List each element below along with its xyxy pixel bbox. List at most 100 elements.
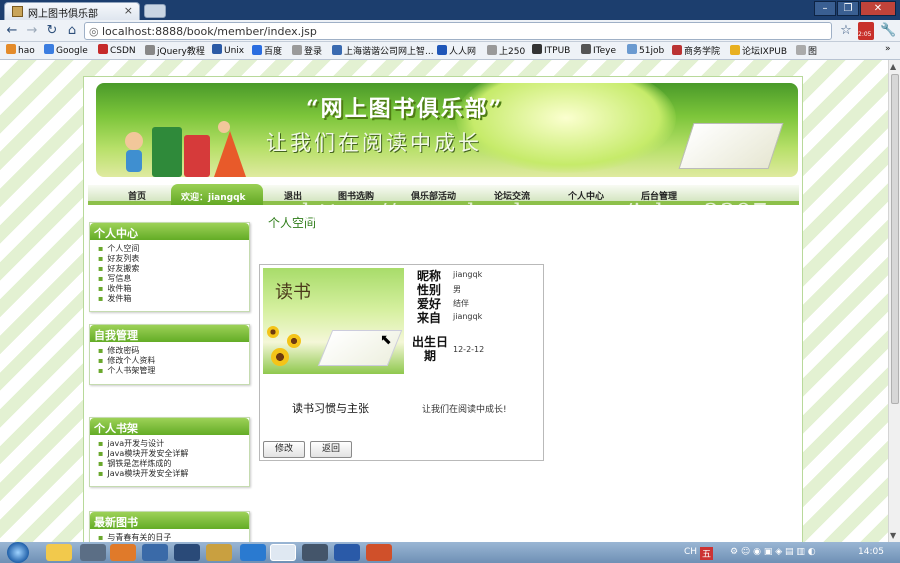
close-window-button[interactable]: ✕ <box>860 1 896 16</box>
bookmark-item[interactable]: CSDN <box>98 44 136 56</box>
sidebar-book-link[interactable]: 钢铁是怎样炼成的 <box>98 459 249 469</box>
sidebar-new-books: 最新图书 与青春有关的日子 <box>89 511 250 542</box>
back-arrow-icon[interactable]: ← <box>4 23 20 39</box>
back-button[interactable]: 返回 <box>310 441 352 458</box>
bookmarks-overflow-icon[interactable]: » <box>885 44 891 54</box>
ie-icon[interactable] <box>240 544 266 561</box>
bookmark-item[interactable]: 人人网 <box>437 44 476 57</box>
address-url: localhost:8888/book/member/index.jsp <box>102 25 317 38</box>
bookmark-item[interactable]: 图 <box>796 44 817 57</box>
bookmark-item[interactable]: 百度 <box>252 44 282 57</box>
browser-tab-active[interactable]: 网上图书俱乐部 × <box>4 2 140 20</box>
app-icon[interactable] <box>80 544 106 561</box>
bookmark-item[interactable]: Unix <box>212 44 244 56</box>
value-from: jiangqk <box>453 312 483 321</box>
sidebar-link-outbox[interactable]: 发件箱 <box>98 294 249 304</box>
sidebar-book-link[interactable]: Java模块开发安全详解 <box>98 469 249 479</box>
qq-icon[interactable] <box>46 544 72 561</box>
tray-icons[interactable]: ⚙ ☺ ◉ ▣ ◈ ▤ ▥ ◐ <box>730 547 816 557</box>
clock[interactable]: 14:05 <box>858 547 884 557</box>
sidebar-link-inbox[interactable]: 收件箱 <box>98 284 249 294</box>
edit-button[interactable]: 修改 <box>263 441 305 458</box>
caption-slogan: 让我们在阅读中成长! <box>422 405 507 415</box>
sidebar-book-link[interactable]: Java模块开发安全详解 <box>98 449 249 459</box>
reading-image: 读书 <box>263 268 404 374</box>
new-tab-button[interactable] <box>144 4 166 18</box>
site-container: “网上图书俱乐部” 让我们在阅读中成长 首页 欢迎：jiangqk 退出 图书选… <box>83 76 803 542</box>
profile-card: 读书 昵称 jiangqk 性别 男 爱好 结伴 来自 jiangqk 出生日期… <box>259 264 544 461</box>
caption-reading-habits: 读书习惯与主张 <box>292 402 369 415</box>
watermark-text: https://www.huzhan.com/ishop3397 <box>302 199 769 227</box>
value-gender: 男 <box>453 285 461 294</box>
image-caption: 读书 <box>275 282 311 303</box>
label-from: 来自 <box>417 311 442 325</box>
sidebar-heading: 自我管理 <box>90 325 249 342</box>
reload-icon[interactable]: ↻ <box>44 23 60 39</box>
bookmark-item[interactable]: jQuery教程 <box>145 44 205 57</box>
input-language[interactable]: CH <box>684 547 697 557</box>
menu-logout[interactable]: 退出 <box>284 189 302 202</box>
bookmarks-bar: hao Google CSDN jQuery教程 Unix 百度 登录 上海谐谐… <box>0 42 900 60</box>
site-banner: “网上图书俱乐部” 让我们在阅读中成长 <box>96 83 798 177</box>
sidebar-book-link[interactable]: java开发与设计 <box>98 439 249 449</box>
bookmark-item[interactable]: 上250 <box>487 44 525 57</box>
scroll-up-icon[interactable]: ▲ <box>890 62 896 71</box>
eclipse-icon[interactable] <box>174 544 200 561</box>
start-button[interactable] <box>7 542 29 563</box>
bookmark-item[interactable]: ITeye <box>581 44 616 56</box>
sidebar-heading: 个人中心 <box>90 223 249 240</box>
tab-close-icon[interactable]: × <box>124 4 133 17</box>
scrollbar-thumb[interactable] <box>891 74 899 404</box>
menu-welcome[interactable]: 欢迎：jiangqk <box>171 184 263 205</box>
sidebar-link-edit-profile[interactable]: 修改个人资料 <box>98 356 249 366</box>
sidebar-self-management: 自我管理 修改密码 修改个人资料 个人书架管理 <box>89 324 250 385</box>
menu-home[interactable]: 首页 <box>128 189 146 202</box>
sidebar-link-personal-space[interactable]: 个人空间 <box>98 244 249 254</box>
wrench-menu-icon[interactable]: 🔧 <box>880 23 896 39</box>
label-birthday: 出生日期 <box>411 335 448 363</box>
restore-button[interactable]: ❐ <box>837 1 859 16</box>
forward-arrow-icon[interactable]: → <box>24 23 40 39</box>
page-favicon-icon <box>12 6 23 17</box>
banner-slogan: 让我们在阅读中成长 <box>266 131 482 155</box>
powerpoint-icon[interactable] <box>366 544 392 561</box>
open-book-image <box>678 123 784 169</box>
sidebar-link-change-password[interactable]: 修改密码 <box>98 346 249 356</box>
word-icon[interactable] <box>334 544 360 561</box>
chrome-icon[interactable] <box>270 544 296 561</box>
app-icon[interactable] <box>302 544 328 561</box>
bookmark-item[interactable]: 登录 <box>292 44 322 57</box>
bookmark-star-icon[interactable]: ☆ <box>838 23 854 39</box>
explorer-icon[interactable] <box>142 544 168 561</box>
extension-icon[interactable]: 2:05 <box>858 22 874 40</box>
bookmark-item[interactable]: 商务学院 <box>672 44 720 57</box>
app-icon[interactable] <box>206 544 232 561</box>
vertical-scrollbar[interactable]: ▲ ▼ <box>888 60 900 542</box>
address-bar[interactable]: ◎ localhost:8888/book/member/index.jsp <box>84 22 832 40</box>
bookmark-item[interactable]: hao <box>6 44 35 56</box>
sidebar-link-write-message[interactable]: 写信息 <box>98 274 249 284</box>
sidebar-link-friend-search[interactable]: 好友搬索 <box>98 264 249 274</box>
sidebar-new-book-link[interactable]: 与青春有关的日子 <box>98 533 249 542</box>
bookmark-item[interactable]: 论坛IXPUB <box>730 44 787 57</box>
bookmark-item[interactable]: 51job <box>627 44 664 56</box>
minimize-button[interactable]: – <box>814 1 836 16</box>
sidebar-link-shelf-management[interactable]: 个人书架管理 <box>98 366 249 376</box>
bookmark-item[interactable]: Google <box>44 44 88 56</box>
sidebar-heading: 最新图书 <box>90 512 249 529</box>
scroll-down-icon[interactable]: ▼ <box>890 531 896 540</box>
browser-toolbar: ← → ↻ ⌂ ◎ localhost:8888/book/member/ind… <box>0 20 900 42</box>
ime-icon[interactable]: 五 <box>700 547 714 560</box>
sidebar-bookshelf: 个人书架 java开发与设计 Java模块开发安全详解 钢铁是怎样炼成的 Jav… <box>89 417 250 487</box>
banner-title: “网上图书俱乐部” <box>306 96 504 122</box>
firefox-icon[interactable] <box>110 544 136 561</box>
bookmark-item[interactable]: 上海谐谐公司网上智... <box>332 44 434 57</box>
club-logo-icon <box>125 121 246 177</box>
sidebar-heading: 个人书架 <box>90 418 249 435</box>
tab-title: 网上图书俱乐部 <box>28 9 98 20</box>
globe-icon: ◎ <box>89 25 99 38</box>
sidebar-link-friend-list[interactable]: 好友列表 <box>98 254 249 264</box>
bookmark-item[interactable]: ITPUB <box>532 44 570 56</box>
mouse-cursor-icon: ⬉ <box>380 332 392 348</box>
home-icon[interactable]: ⌂ <box>64 23 80 39</box>
